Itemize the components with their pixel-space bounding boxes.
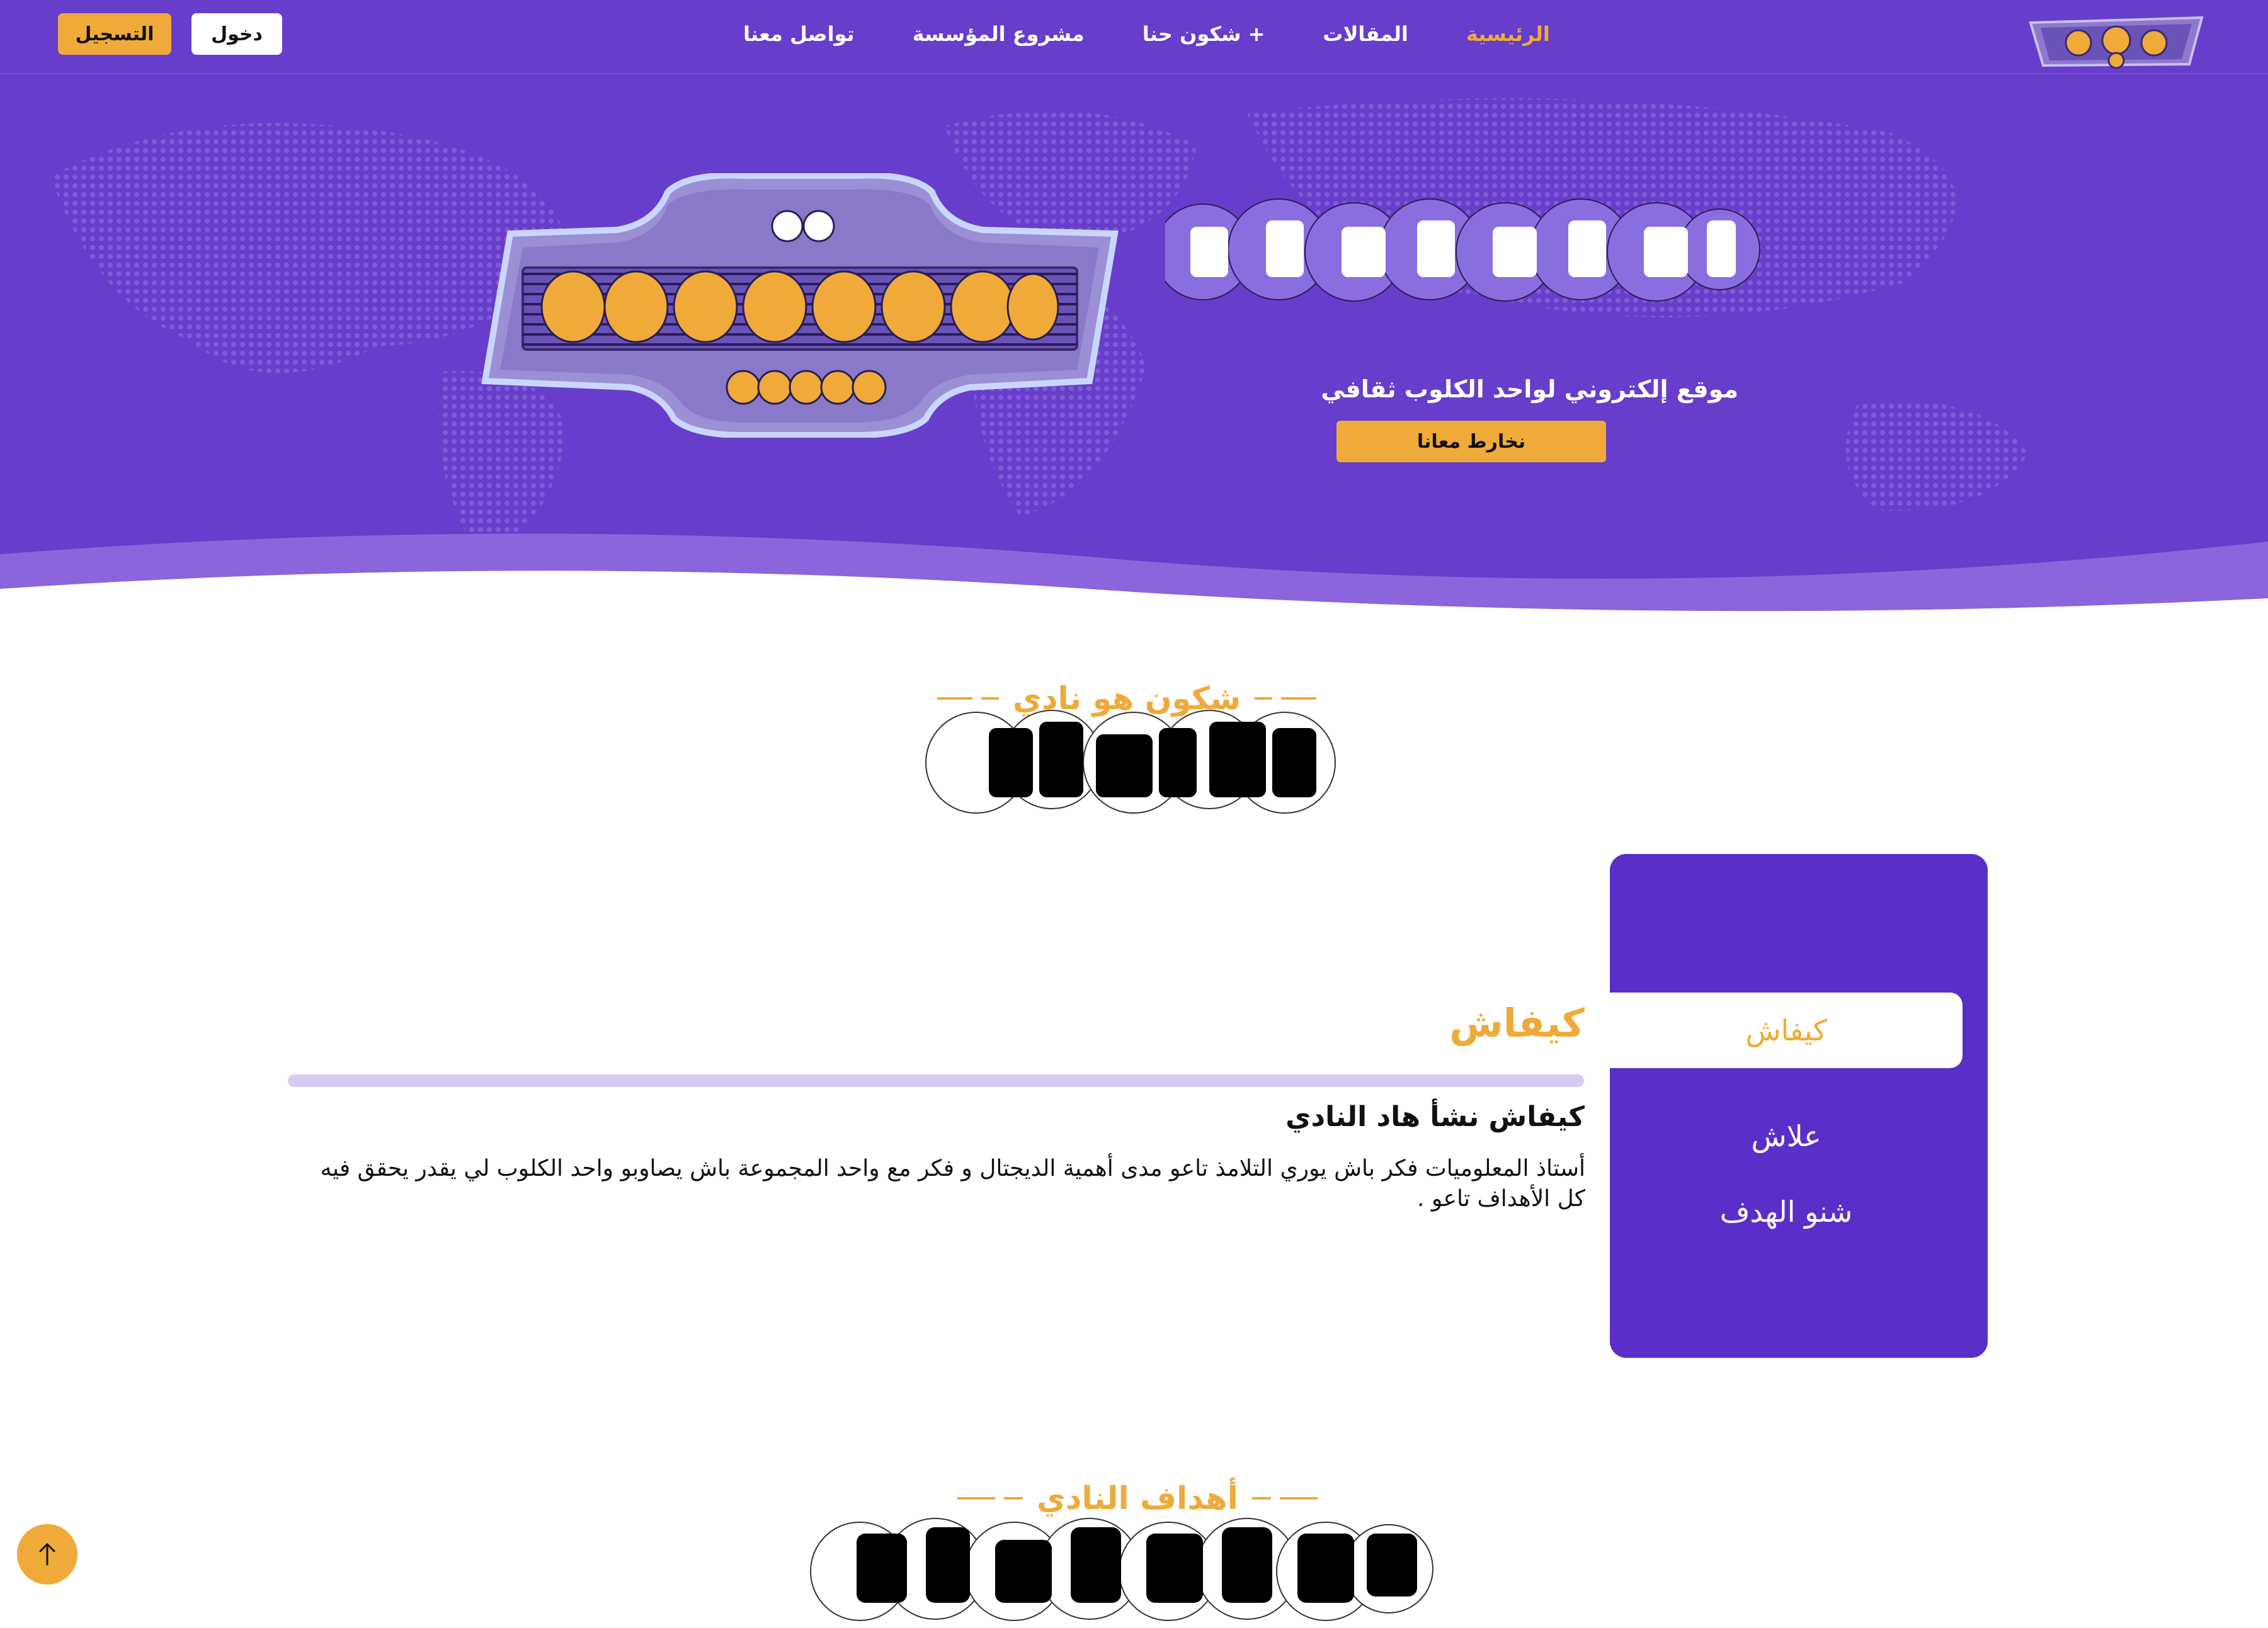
join-us-button[interactable]: نخارط معانا	[1336, 421, 1606, 462]
tab-content-subtitle: كيفاش نشأ هاد النادي	[1285, 1101, 1585, 1133]
hero-title-artwork	[1165, 198, 1760, 302]
club-badge-icon	[481, 173, 1119, 438]
tab-how[interactable]: كيفاش	[1610, 993, 1963, 1068]
register-button[interactable]: التسجيل	[58, 13, 171, 55]
eyebrow-dash-right	[1251, 1497, 1318, 1500]
tab-content-title: كيفاش	[1449, 1000, 1585, 1046]
tab-goal[interactable]: شنو الهدف	[1610, 1174, 1963, 1249]
nav-link-project[interactable]: مشروع المؤسسة	[913, 22, 1085, 46]
hero-wave-divider	[0, 533, 2268, 630]
eyebrow-dash-right	[1255, 697, 1317, 700]
eyebrow-dash-left	[937, 697, 999, 700]
arrow-up-icon	[39, 1543, 55, 1566]
nav-link-about-us[interactable]: شكون حنا +	[1143, 22, 1265, 46]
nav-link-home[interactable]: الرئيسية	[1466, 22, 1550, 46]
eyebrow-dash-left	[957, 1497, 1023, 1500]
main-nav: الرئيسية المقالات شكون حنا + مشروع المؤس…	[743, 18, 1550, 50]
club-logo-icon[interactable]	[2022, 11, 2211, 69]
tab-content-body: أستاذ المعلوميات فكر باش يوري التلامذ تا…	[320, 1156, 1585, 1212]
about-heading-artwork	[925, 710, 1336, 814]
top-navbar: الرئيسية المقالات شكون حنا + مشروع المؤس…	[0, 0, 2268, 74]
nav-link-articles[interactable]: المقالات	[1323, 22, 1408, 46]
nav-link-contact[interactable]: تواصل معنا	[743, 22, 855, 46]
goals-eyebrow: أهداف النادي	[957, 1480, 1318, 1517]
scroll-to-top-button[interactable]	[17, 1524, 77, 1585]
hero-subtitle: موقع إلكتروني لواحد الكلوب ثقافي	[1321, 375, 1738, 403]
tab-content-divider	[288, 1074, 1584, 1087]
about-tab-panel: علاش شنو الهدف	[1610, 854, 1988, 1358]
goals-heading-artwork	[810, 1518, 1433, 1621]
goals-eyebrow-text: أهداف النادي	[1037, 1480, 1238, 1517]
login-button[interactable]: دخول	[191, 13, 282, 55]
hero-section: الرئيسية المقالات شكون حنا + مشروع المؤس…	[0, 0, 2268, 630]
world-map-background	[50, 98, 2028, 554]
tab-why[interactable]: علاش	[1610, 1098, 1963, 1174]
